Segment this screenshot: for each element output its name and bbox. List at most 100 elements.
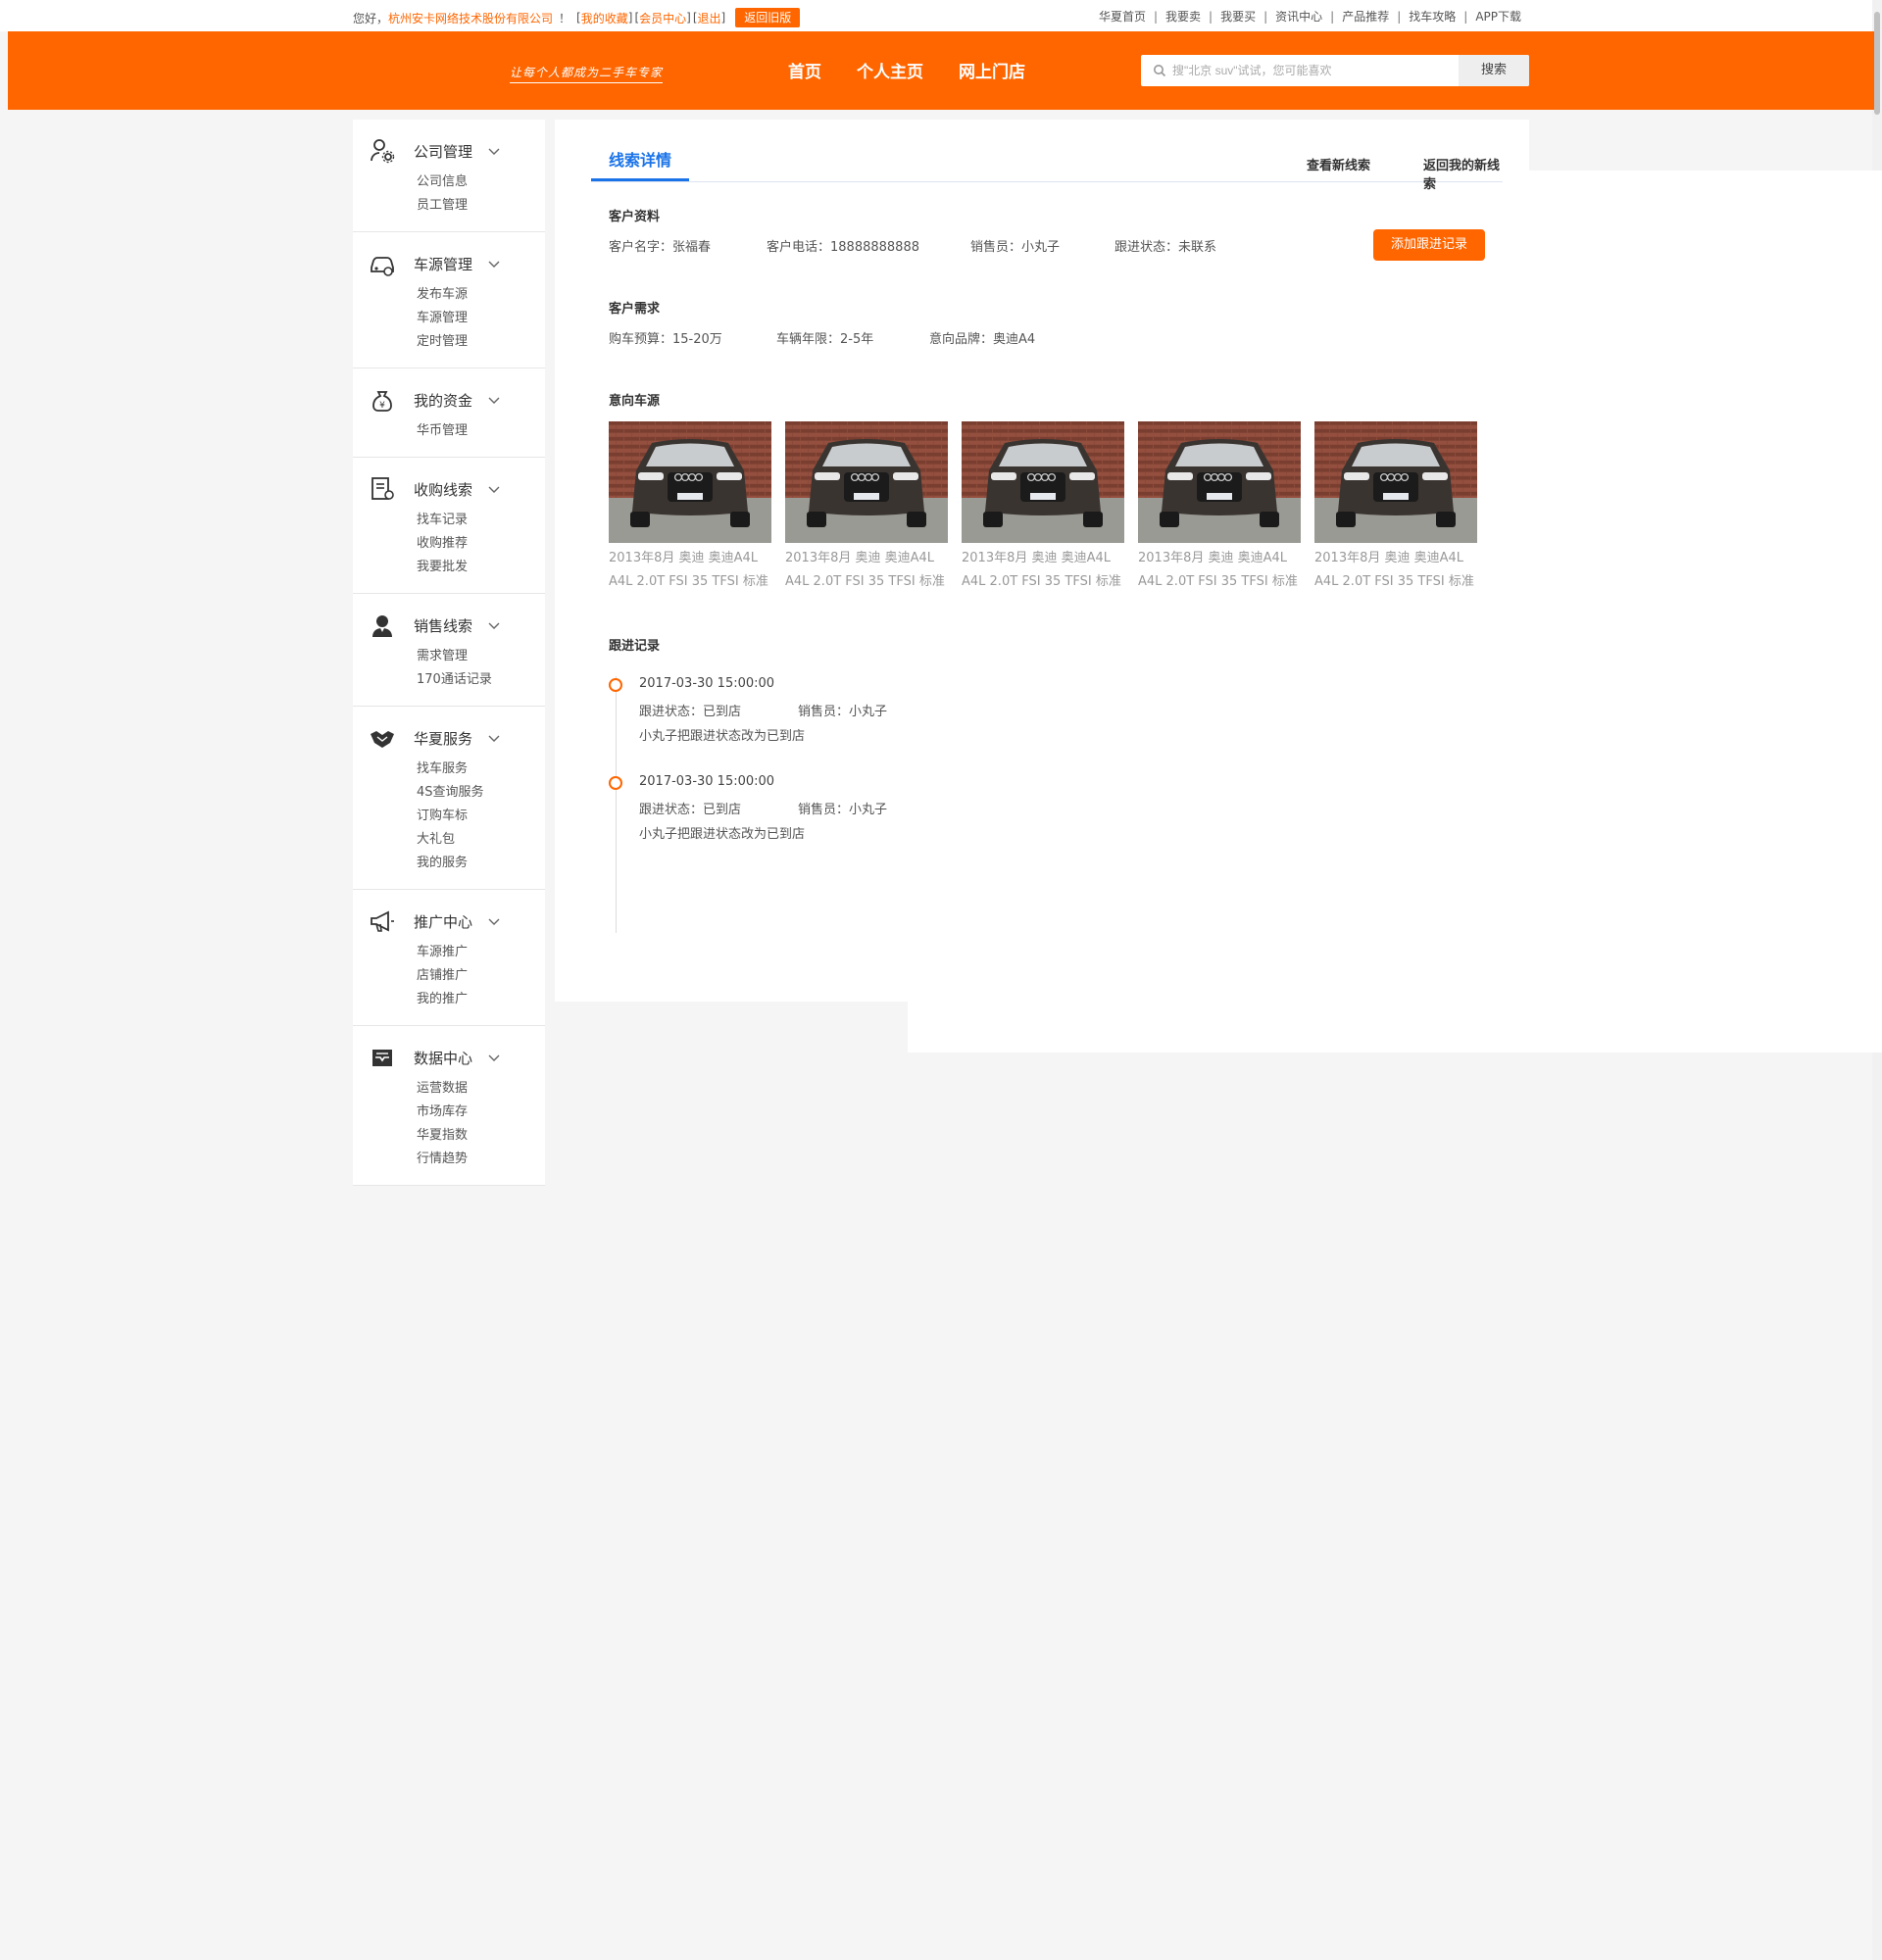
sidebar-item[interactable]: 车源推广 bbox=[417, 941, 545, 964]
sidebar-section-header[interactable]: 华夏服务 bbox=[353, 722, 545, 754]
car-image[interactable] bbox=[1138, 421, 1301, 543]
sidebar-section-header[interactable]: 推广中心 bbox=[353, 906, 545, 937]
nav-store[interactable]: 网上门店 bbox=[959, 58, 1025, 82]
chevron-down-icon[interactable] bbox=[487, 1051, 501, 1064]
car-card[interactable]: 2013年8月 奥迪 奥迪A4L A4L 2.0T FSI 35 TFSI 标准 bbox=[1138, 421, 1301, 594]
car-card[interactable]: 2013年8月 奥迪 奥迪A4L A4L 2.0T FSI 35 TFSI 标准 bbox=[785, 421, 948, 594]
record-salesperson: 销售员：小丸子 bbox=[798, 803, 888, 817]
sidebar-item[interactable]: 车源管理 bbox=[417, 307, 545, 330]
car-card[interactable]: 2013年8月 奥迪 奥迪A4L A4L 2.0T FSI 35 TFSI 标准 bbox=[609, 421, 771, 594]
sidebar-section: 公司管理公司信息 员工管理 bbox=[353, 120, 545, 232]
sidebar-item[interactable]: 需求管理 bbox=[417, 645, 545, 668]
sidebar-item[interactable]: 店铺推广 bbox=[417, 964, 545, 988]
car-image[interactable] bbox=[962, 421, 1124, 543]
tab-lead-detail[interactable]: 线索详情 bbox=[591, 149, 690, 181]
sidebar-item[interactable]: 4S查询服务 bbox=[417, 781, 545, 805]
search-button[interactable]: 搜索 bbox=[1459, 55, 1529, 86]
chevron-down-icon[interactable] bbox=[487, 257, 501, 270]
org-link[interactable]: 杭州安卡网络技术股份有限公司 bbox=[388, 10, 553, 26]
back-to-leads-link[interactable]: 返回我的新线索 bbox=[1423, 155, 1503, 192]
car-title-line1[interactable]: 2013年8月 奥迪 奥迪A4L bbox=[785, 547, 948, 570]
sidebar-item[interactable]: 公司信息 bbox=[417, 171, 545, 194]
sidebar-section-header[interactable]: 收购线索 bbox=[353, 473, 545, 505]
sidebar-section-title: 我的资金 bbox=[414, 391, 473, 410]
car-title-line2[interactable]: A4L 2.0T FSI 35 TFSI 标准 bbox=[609, 570, 771, 594]
sidebar-item[interactable]: 我的推广 bbox=[417, 988, 545, 1011]
chevron-down-icon[interactable] bbox=[487, 618, 501, 632]
top-link-home[interactable]: 华夏首页 bbox=[1099, 8, 1146, 24]
sidebar-item[interactable]: 订购车标 bbox=[417, 805, 545, 828]
car-title-line2[interactable]: A4L 2.0T FSI 35 TFSI 标准 bbox=[1314, 570, 1477, 594]
sidebar-item[interactable]: 我的服务 bbox=[417, 852, 545, 875]
intended-brand: 意向品牌：奥迪A4 bbox=[929, 332, 1036, 347]
sidebar-section-header[interactable]: 公司管理 bbox=[353, 135, 545, 167]
chevron-down-icon[interactable] bbox=[487, 144, 501, 158]
sidebar-section-header[interactable]: ¥ 我的资金 bbox=[353, 384, 545, 416]
sidebar-section-header[interactable]: 车源管理 bbox=[353, 248, 545, 279]
car-title-line1[interactable]: 2013年8月 奥迪 奥迪A4L bbox=[962, 547, 1124, 570]
top-link-app[interactable]: APP下载 bbox=[1475, 8, 1521, 24]
intended-cars-label: 意向车源 bbox=[609, 394, 661, 409]
sidebar-section-title: 车源管理 bbox=[414, 255, 473, 273]
car-title-line2[interactable]: A4L 2.0T FSI 35 TFSI 标准 bbox=[1138, 570, 1301, 594]
sidebar-section-title: 推广中心 bbox=[414, 912, 473, 931]
top-link-buy[interactable]: 我要买 bbox=[1220, 8, 1256, 24]
sidebar-items: 运营数据 市场库存 华夏指数 行情趋势 bbox=[353, 1077, 545, 1171]
search-input[interactable] bbox=[1170, 55, 1396, 86]
car-image[interactable] bbox=[609, 421, 771, 543]
sidebar-section-header[interactable]: 销售线索 bbox=[353, 610, 545, 641]
inbox-icon bbox=[369, 1044, 396, 1071]
member-center-link[interactable]: 会员中心 bbox=[639, 10, 686, 26]
sidebar-item[interactable]: 行情趋势 bbox=[417, 1148, 545, 1171]
sidebar-item[interactable]: 收购推荐 bbox=[417, 532, 545, 556]
sidebar-items: 车源推广 店铺推广 我的推广 bbox=[353, 941, 545, 1011]
logout-link[interactable]: 退出 bbox=[698, 10, 721, 26]
sidebar-item[interactable]: 运营数据 bbox=[417, 1077, 545, 1101]
car-card[interactable]: 2013年8月 奥迪 奥迪A4L A4L 2.0T FSI 35 TFSI 标准 bbox=[1314, 421, 1477, 594]
record-time: 2017-03-30 15:00:00 bbox=[639, 676, 775, 691]
sidebar-item[interactable]: 找车记录 bbox=[417, 509, 545, 532]
chevron-down-icon[interactable] bbox=[487, 393, 501, 407]
sidebar-item[interactable]: 华夏指数 bbox=[417, 1124, 545, 1148]
add-follow-record-button[interactable]: 添加跟进记录 bbox=[1373, 229, 1485, 261]
record-note: 小丸子把跟进状态改为已到店 bbox=[639, 729, 806, 744]
logo-slogan: 让每个人都成为二手车专家 bbox=[510, 64, 664, 83]
top-link-sell[interactable]: 我要卖 bbox=[1165, 8, 1201, 24]
favorites-link[interactable]: 我的收藏 bbox=[581, 10, 628, 26]
agent-icon bbox=[369, 612, 396, 639]
car-card[interactable]: 2013年8月 奥迪 奥迪A4L A4L 2.0T FSI 35 TFSI 标准 bbox=[962, 421, 1124, 594]
sidebar-item[interactable]: 定时管理 bbox=[417, 330, 545, 354]
car-title-line1[interactable]: 2013年8月 奥迪 奥迪A4L bbox=[1314, 547, 1477, 570]
sidebar-item[interactable]: 市场库存 bbox=[417, 1101, 545, 1124]
greeting: 您好， bbox=[353, 11, 389, 25]
old-version-button[interactable]: 返回旧版 bbox=[735, 8, 801, 27]
sidebar-section-header[interactable]: 数据中心 bbox=[353, 1042, 545, 1073]
sidebar-item[interactable]: 发布车源 bbox=[417, 283, 545, 307]
sidebar-item[interactable]: 员工管理 bbox=[417, 194, 545, 218]
car-image[interactable] bbox=[785, 421, 948, 543]
top-link-guide[interactable]: 找车攻略 bbox=[1409, 8, 1456, 24]
chevron-down-icon[interactable] bbox=[487, 731, 501, 745]
car-title-line1[interactable]: 2013年8月 奥迪 奥迪A4L bbox=[609, 547, 771, 570]
view-new-leads-link[interactable]: 查看新线索 bbox=[1307, 155, 1370, 173]
nav-profile[interactable]: 个人主页 bbox=[857, 58, 923, 82]
scrollbar-thumb[interactable] bbox=[1874, 12, 1880, 115]
top-link-products[interactable]: 产品推荐 bbox=[1342, 8, 1389, 24]
sidebar-section: ¥ 我的资金华币管理 bbox=[353, 368, 545, 458]
car-title-line2[interactable]: A4L 2.0T FSI 35 TFSI 标准 bbox=[785, 570, 948, 594]
car-title-line2[interactable]: A4L 2.0T FSI 35 TFSI 标准 bbox=[962, 570, 1124, 594]
customer-info-label: 客户资料 bbox=[609, 210, 661, 224]
sidebar-item[interactable]: 找车服务 bbox=[417, 758, 545, 781]
megaphone-icon bbox=[369, 907, 396, 935]
chevron-down-icon[interactable] bbox=[487, 482, 501, 496]
top-link-news[interactable]: 资讯中心 bbox=[1275, 8, 1322, 24]
car-image[interactable] bbox=[1314, 421, 1477, 543]
timeline-dot bbox=[609, 776, 622, 790]
sidebar-item[interactable]: 我要批发 bbox=[417, 556, 545, 579]
sidebar-item[interactable]: 170通话记录 bbox=[417, 668, 545, 692]
nav-home[interactable]: 首页 bbox=[788, 58, 821, 82]
sidebar-item[interactable]: 大礼包 bbox=[417, 828, 545, 852]
chevron-down-icon[interactable] bbox=[487, 914, 501, 928]
car-title-line1[interactable]: 2013年8月 奥迪 奥迪A4L bbox=[1138, 547, 1301, 570]
sidebar-item[interactable]: 华币管理 bbox=[417, 419, 545, 443]
